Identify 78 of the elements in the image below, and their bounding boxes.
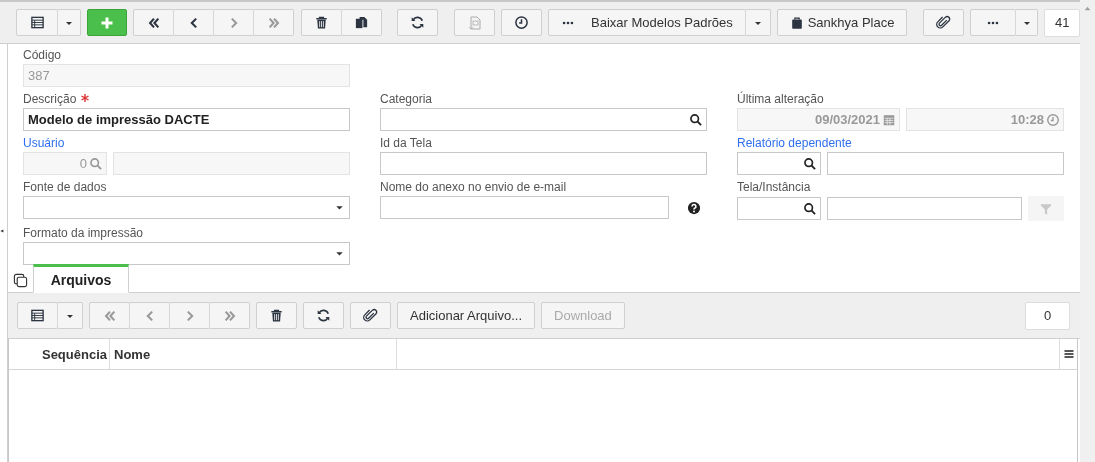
calendar-icon xyxy=(882,112,896,127)
search-icon xyxy=(689,112,703,127)
previous-record-button[interactable] xyxy=(173,9,214,36)
refresh-icon xyxy=(316,308,331,323)
table-icon xyxy=(30,308,45,323)
copy-icon xyxy=(354,15,369,30)
clip-icon xyxy=(936,15,952,30)
download-models-button[interactable]: Baixar Modelos Padrões xyxy=(548,9,746,36)
code-field[interactable] xyxy=(737,197,821,220)
table-view-button[interactable] xyxy=(16,9,58,36)
view-menu-button[interactable] xyxy=(57,9,81,36)
more-button[interactable] xyxy=(970,9,1017,36)
clip-icon xyxy=(363,308,378,323)
menu-icon xyxy=(1062,348,1075,360)
field-label: Tela/Instância xyxy=(737,180,811,194)
dropdown-field[interactable] xyxy=(23,242,350,265)
name-field[interactable] xyxy=(827,197,1022,220)
field-label: Descrição xyxy=(23,92,90,106)
briefcase-icon xyxy=(789,15,804,30)
clock-icon xyxy=(1046,112,1060,127)
table-icon xyxy=(29,15,45,30)
text-field[interactable] xyxy=(380,152,707,175)
field-label: Última alteração xyxy=(737,92,824,106)
refresh-button[interactable] xyxy=(303,302,344,329)
column-menu-button[interactable] xyxy=(1059,339,1077,369)
filter-button[interactable] xyxy=(1028,196,1064,221)
report-icon xyxy=(466,14,483,31)
scrollbar[interactable] xyxy=(1080,0,1095,462)
field-label[interactable]: Relatório dependente xyxy=(737,136,852,150)
tab[interactable]: Arquivos xyxy=(33,264,129,293)
column-header[interactable]: Nome xyxy=(109,339,396,369)
dropdown-field[interactable] xyxy=(23,196,350,219)
view-menu-button[interactable] xyxy=(57,302,83,329)
refresh-button[interactable] xyxy=(397,9,439,36)
refresh-icon xyxy=(410,15,426,30)
field-label: Fonte de dados xyxy=(23,180,107,194)
search-icon xyxy=(803,201,817,216)
double-chevron-left-icon xyxy=(146,15,161,30)
name-field[interactable] xyxy=(827,152,1064,175)
record-count: 0 xyxy=(1025,301,1070,330)
field-label: Categoria xyxy=(380,92,433,106)
column-header[interactable]: Sequência xyxy=(9,339,109,369)
field-label: Id da Tela xyxy=(380,136,432,150)
history-button[interactable] xyxy=(501,9,543,36)
text-field[interactable]: Modelo de impressão DACTE xyxy=(23,108,350,131)
trash-icon xyxy=(314,15,329,30)
more-menu-button[interactable] xyxy=(1015,9,1039,36)
first-record-button[interactable] xyxy=(133,9,174,36)
delete-button[interactable] xyxy=(256,302,297,329)
attach-button[interactable] xyxy=(350,302,391,329)
field-label: Formato da impressão xyxy=(23,226,144,240)
code-field[interactable] xyxy=(737,152,821,175)
double-chevron-right-icon xyxy=(266,15,281,30)
help-icon xyxy=(687,200,701,215)
trash-icon xyxy=(269,308,284,323)
windows-icon xyxy=(13,272,28,288)
double-chevron-right-icon xyxy=(222,308,237,323)
search-field[interactable] xyxy=(380,108,707,131)
delete-button[interactable] xyxy=(301,9,342,36)
clock-icon xyxy=(514,15,530,30)
search-icon xyxy=(803,156,817,171)
search-icon xyxy=(89,156,103,171)
add-file-button[interactable]: Adicionar Arquivo... xyxy=(397,302,535,329)
required-asterisk-icon xyxy=(81,94,90,102)
scroll-up-icon xyxy=(1083,4,1092,13)
pointer-icon xyxy=(0,229,6,235)
attach-button[interactable] xyxy=(923,9,965,36)
place-button[interactable]: Sankhya Place xyxy=(776,9,908,36)
field-label: Código xyxy=(23,48,62,62)
record-count: 41 xyxy=(1044,8,1080,37)
download-models-menu-button[interactable] xyxy=(744,9,771,36)
field-label: Nome do anexo no envio de e-mail xyxy=(380,180,567,194)
text-field[interactable] xyxy=(380,196,669,219)
filter-icon xyxy=(1039,201,1053,216)
table-view-button[interactable] xyxy=(17,302,58,329)
double-chevron-left-icon xyxy=(102,308,117,323)
add-button[interactable] xyxy=(87,9,127,36)
duplicate-button[interactable] xyxy=(341,9,382,36)
